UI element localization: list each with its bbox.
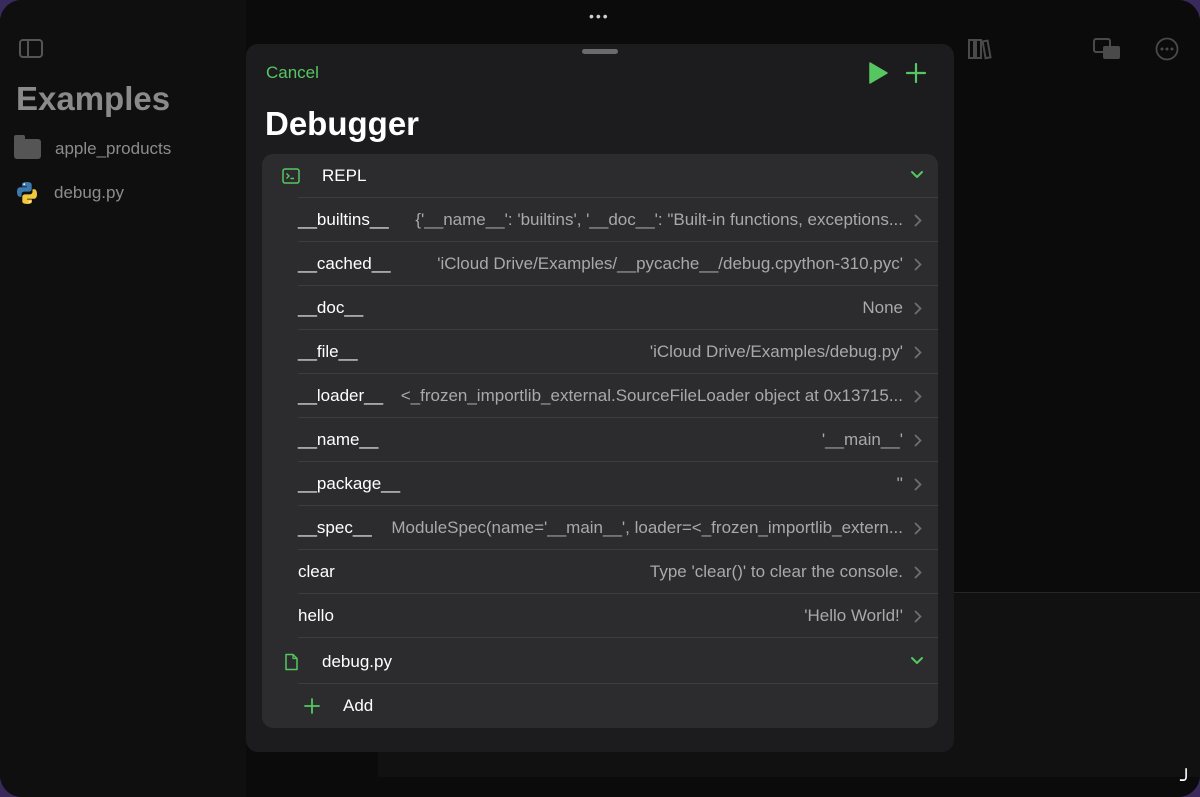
chevron-down-icon [911,171,923,178]
sidebar-item-label: apple_products [55,139,172,158]
chevron-right-icon [914,566,922,579]
variable-name: __package__ [298,474,401,493]
variable-value: 'iCloud Drive/Examples/__pycache__/debug… [437,254,903,273]
section-header-debug-py[interactable]: debug.py [262,640,938,684]
variable-row[interactable]: __cached__ 'iCloud Drive/Examples/__pyca… [298,242,938,286]
variable-name: __spec__ [298,518,372,537]
sidebar-title: Examples [16,80,171,117]
add-button[interactable] [904,61,928,85]
section-label: REPL [322,166,367,185]
variable-name: clear [298,562,335,581]
sheet-grabber[interactable] [582,49,618,54]
chevron-right-icon [914,610,922,623]
python-file-icon [17,182,37,204]
sidebar-toggle-icon[interactable] [19,39,43,58]
chevron-right-icon [914,258,922,271]
document-icon [285,653,298,671]
chevron-right-icon [914,214,922,227]
sidebar-item-debug-py[interactable]: debug.py [14,178,124,208]
folder-icon [14,135,41,159]
variable-name: __doc__ [298,298,364,317]
section-label: debug.py [322,652,392,671]
debugger-sheet: Cancel Debugger REPL __builtins__ {'__na… [246,44,954,752]
sidebar-item-apple-products[interactable]: apple_products [14,134,171,164]
variable-row[interactable]: clear Type 'clear()' to clear the consol… [298,550,938,594]
variable-name: __loader__ [298,386,384,405]
variable-row[interactable]: __name__ '__main__' [298,418,938,462]
multitasking-dots-icon[interactable]: ••• [589,8,610,24]
variable-value: Type 'clear()' to clear the console. [649,562,903,581]
ipad-screen: Examples apple_products debug.py ••• ╯ C… [0,0,1200,797]
corner-indicator-icon: ╯ [1179,770,1192,792]
terminal-icon [282,168,300,184]
variable-value: {'__name__': 'builtins', '__doc__': "Bui… [415,210,903,229]
variable-name: __cached__ [298,254,391,273]
divider [298,637,938,638]
add-item-row[interactable]: Add [262,684,938,728]
variable-value: '' [896,474,904,493]
chevron-down-icon [911,657,923,664]
variable-row[interactable]: __package__ '' [298,462,938,506]
run-button[interactable] [866,61,890,85]
variable-row[interactable]: hello 'Hello World!' [298,594,938,638]
sidebar-item-label: debug.py [54,183,124,202]
variable-value: ModuleSpec(name='__main__', loader=<_fro… [391,518,903,537]
variable-value: <_frozen_importlib_external.SourceFileLo… [400,386,903,405]
chevron-right-icon [914,522,922,535]
debugger-list: REPL __builtins__ {'__name__': 'builtins… [262,154,938,728]
chevron-right-icon [914,302,922,315]
variable-value: 'Hello World!' [804,606,903,625]
cancel-button[interactable]: Cancel [266,63,319,83]
add-label: Add [343,696,374,715]
chevron-right-icon [914,390,922,403]
variable-row[interactable]: __doc__ None [298,286,938,330]
variable-row[interactable]: __spec__ ModuleSpec(name='__main__', loa… [298,506,938,550]
variable-row[interactable]: __builtins__ {'__name__': 'builtins', '_… [298,198,938,242]
chevron-right-icon [914,346,922,359]
variable-name: __builtins__ [298,210,389,229]
variable-name: __file__ [298,342,358,361]
section-header-repl[interactable]: REPL [262,154,938,198]
page-title: Debugger [265,105,420,142]
library-icon[interactable] [968,38,994,60]
file-sidebar: Examples apple_products debug.py [0,0,246,797]
split-view-icon[interactable] [1093,38,1121,60]
variable-name: __name__ [298,430,379,449]
variable-value: 'iCloud Drive/Examples/debug.py' [649,342,903,361]
variable-value: None [862,298,903,317]
variable-name: hello [298,606,334,625]
variable-row[interactable]: __loader__ <_frozen_importlib_external.S… [298,374,938,418]
chevron-right-icon [914,478,922,491]
more-options-icon[interactable] [1155,37,1179,61]
chevron-right-icon [914,434,922,447]
plus-icon [304,698,320,714]
variable-value: '__main__' [821,430,903,449]
variable-row[interactable]: __file__ 'iCloud Drive/Examples/debug.py… [298,330,938,374]
